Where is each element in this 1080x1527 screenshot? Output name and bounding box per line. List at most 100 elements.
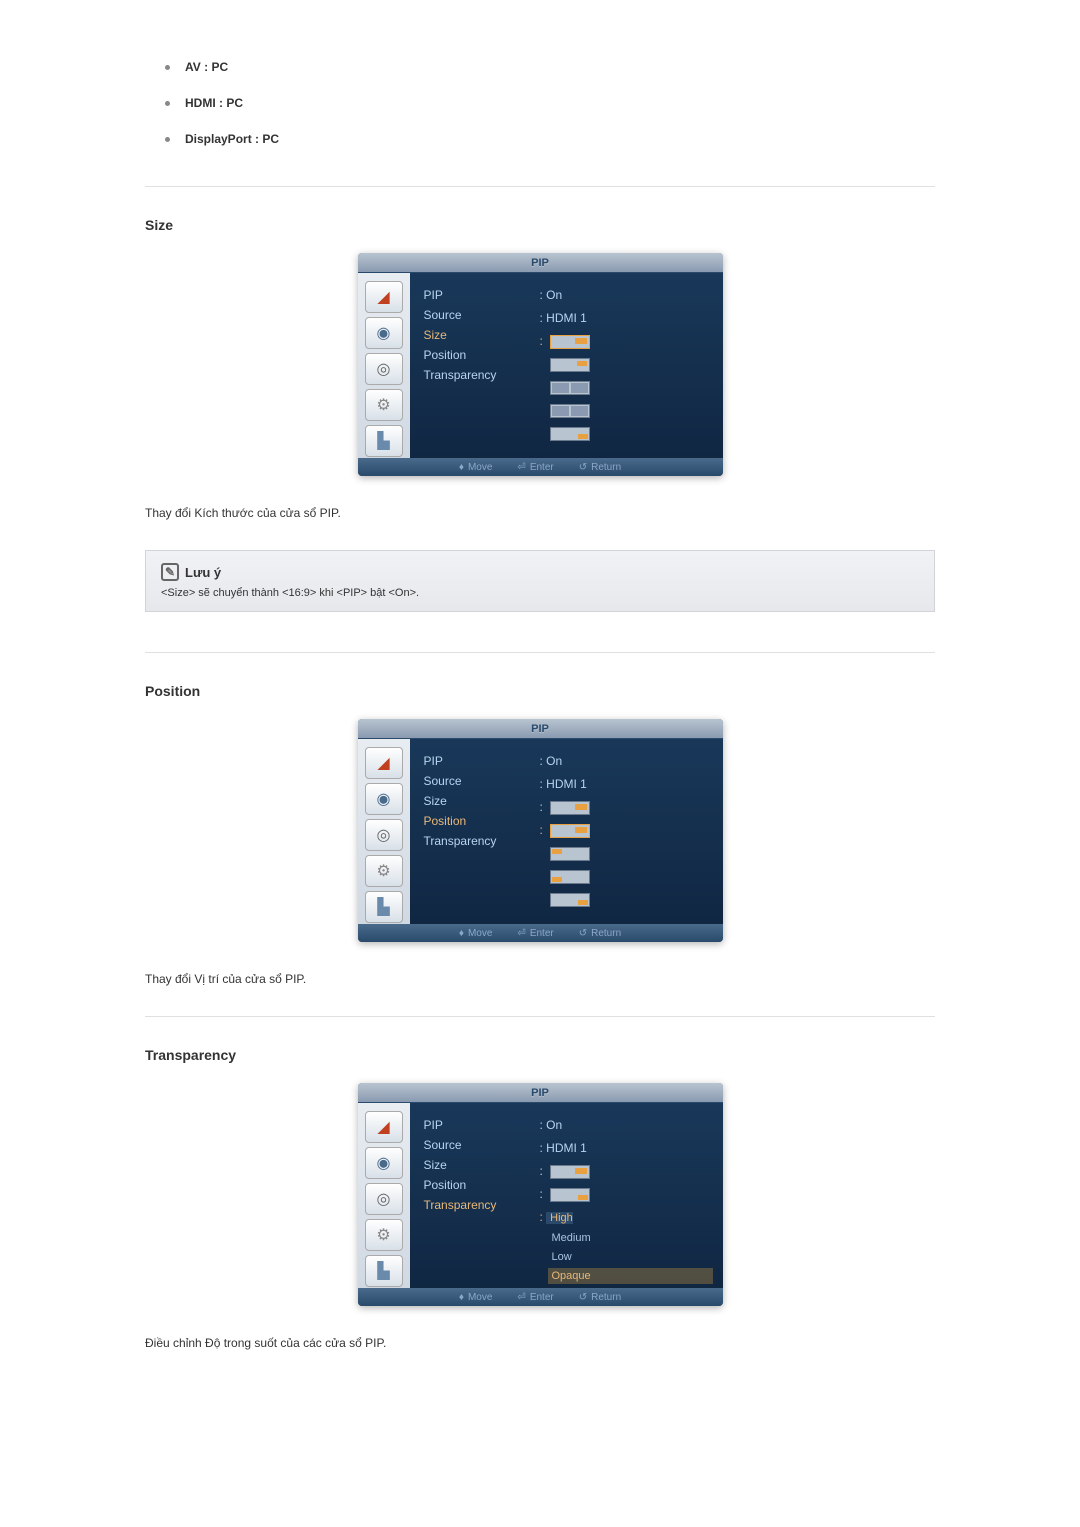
menu-item-pip: PIP xyxy=(420,751,540,771)
osd-screenshot: PIP ◢ ◉ ◎ ⚙ ▙ PIP Source Size Position xyxy=(145,719,935,942)
settings-icon: ⚙ xyxy=(365,1219,403,1251)
settings-icon: ⚙ xyxy=(365,855,403,887)
osd-menu-position: PIP ◢ ◉ ◎ ⚙ ▙ PIP Source Size Position xyxy=(358,719,723,942)
section-header: Transparency xyxy=(145,1047,935,1063)
value-hdmi: : HDMI 1 xyxy=(540,1138,713,1158)
menu-item-transparency: Transparency xyxy=(420,365,540,385)
osd-title-bar: PIP xyxy=(358,253,723,273)
note-title: Lưu ý xyxy=(185,565,221,580)
list-item: AV : PC xyxy=(165,60,935,74)
osd-menu-transparency: PIP ◢ ◉ ◎ ⚙ ▙ PIP Source Size Position xyxy=(358,1083,723,1306)
value-opt xyxy=(540,377,713,397)
menu-item-transparency: Transparency xyxy=(420,831,540,851)
menu-item-source: Source xyxy=(420,771,540,791)
list-item: DisplayPort : PC xyxy=(165,132,935,146)
section-header: Position xyxy=(145,683,935,699)
section-divider xyxy=(145,652,935,653)
value-position-selected: : xyxy=(540,820,713,840)
osd-footer: ♦Move ⏎Enter ↺Return xyxy=(358,458,723,476)
value-hdmi: : HDMI 1 xyxy=(540,774,713,794)
osd-footer: ♦Move ⏎Enter ↺Return xyxy=(358,1288,723,1306)
footer-return: ↺Return xyxy=(579,462,621,473)
footer-return: ↺Return xyxy=(579,928,621,939)
footer-move: ♦Move xyxy=(459,928,493,939)
value-opt xyxy=(540,354,713,374)
menu-item-pip: PIP xyxy=(420,285,540,305)
menu-item-pip: PIP xyxy=(420,1115,540,1135)
value-size-selected: : xyxy=(540,331,713,351)
return-icon: ↺ xyxy=(579,462,587,473)
osd-title-bar: PIP xyxy=(358,1083,723,1103)
size-section: Size PIP ◢ ◉ ◎ ⚙ ▙ PIP Source Size xyxy=(145,217,935,612)
opt-low: Low xyxy=(548,1249,713,1265)
value-opt xyxy=(540,889,713,909)
note-box: ✎ Lưu ý <Size> sẽ chuyển thành <16:9> kh… xyxy=(145,550,935,612)
menu-item-position: Position xyxy=(420,1175,540,1195)
input-source-list: AV : PC HDMI : PC DisplayPort : PC xyxy=(145,60,935,146)
osd-menu-size: PIP ◢ ◉ ◎ ⚙ ▙ PIP Source Size Position xyxy=(358,253,723,476)
footer-enter: ⏎Enter xyxy=(517,1292,553,1303)
opt-medium: Medium xyxy=(548,1230,713,1246)
menu-item-source: Source xyxy=(420,305,540,325)
transparency-description: Điều chỉnh Độ trong suốt của các cửa sổ … xyxy=(145,1336,935,1350)
menu-item-position: Position xyxy=(420,345,540,365)
osd-sidebar: ◢ ◉ ◎ ⚙ ▙ xyxy=(358,273,410,458)
info-icon: ▙ xyxy=(365,891,403,923)
value-hdmi: : HDMI 1 xyxy=(540,308,713,328)
bullet-icon xyxy=(165,101,170,106)
osd-screenshot: PIP ◢ ◉ ◎ ⚙ ▙ PIP Source Size Position xyxy=(145,253,935,476)
osd-title: PIP xyxy=(531,723,549,735)
value-transparency-selected: : High xyxy=(540,1207,713,1227)
enter-icon: ⏎ xyxy=(517,462,525,473)
section-divider xyxy=(145,1016,935,1017)
enter-icon: ⏎ xyxy=(517,928,525,939)
menu-item-transparency: Transparency xyxy=(420,1195,540,1215)
osd-sidebar: ◢ ◉ ◎ ⚙ ▙ xyxy=(358,739,410,924)
sound-icon: ◉ xyxy=(365,1147,403,1179)
sound-icon: ◉ xyxy=(365,317,403,349)
footer-move: ♦Move xyxy=(459,462,493,473)
value-on: : On xyxy=(540,285,713,305)
list-item-text: DisplayPort : PC xyxy=(185,132,279,146)
value-on: : On xyxy=(540,1115,713,1135)
footer-enter: ⏎Enter xyxy=(517,462,553,473)
enter-icon: ⏎ xyxy=(517,1292,525,1303)
sound-icon: ◉ xyxy=(365,783,403,815)
move-icon: ♦ xyxy=(459,1292,464,1303)
menu-item-source: Source xyxy=(420,1135,540,1155)
note-icon: ✎ xyxy=(161,563,179,581)
osd-screenshot: PIP ◢ ◉ ◎ ⚙ ▙ PIP Source Size Position xyxy=(145,1083,935,1306)
position-section: Position PIP ◢ ◉ ◎ ⚙ ▙ PIP Source Size xyxy=(145,683,935,986)
footer-enter: ⏎Enter xyxy=(517,928,553,939)
value-size: : xyxy=(540,1161,713,1181)
footer-return: ↺Return xyxy=(579,1292,621,1303)
list-item-text: HDMI : PC xyxy=(185,96,243,110)
return-icon: ↺ xyxy=(579,928,587,939)
section-header: Size xyxy=(145,217,935,233)
menu-item-size: Size xyxy=(420,325,540,345)
picture-icon: ◢ xyxy=(365,747,403,779)
osd-footer: ♦Move ⏎Enter ↺Return xyxy=(358,924,723,942)
value-opt xyxy=(540,866,713,886)
value-opt xyxy=(540,423,713,443)
bullet-icon xyxy=(165,65,170,70)
info-icon: ▙ xyxy=(365,425,403,457)
menu-item-size: Size xyxy=(420,1155,540,1175)
move-icon: ♦ xyxy=(459,462,464,473)
opt-opaque: Opaque xyxy=(548,1268,713,1284)
info-icon: ▙ xyxy=(365,1255,403,1287)
return-icon: ↺ xyxy=(579,1292,587,1303)
menu-item-position: Position xyxy=(420,811,540,831)
value-opt xyxy=(540,400,713,420)
menu-item-size: Size xyxy=(420,791,540,811)
section-divider xyxy=(145,186,935,187)
input-icon: ◎ xyxy=(365,353,403,385)
footer-move: ♦Move xyxy=(459,1292,493,1303)
input-icon: ◎ xyxy=(365,819,403,851)
picture-icon: ◢ xyxy=(365,1111,403,1143)
osd-sidebar: ◢ ◉ ◎ ⚙ ▙ xyxy=(358,1103,410,1288)
settings-icon: ⚙ xyxy=(365,389,403,421)
input-icon: ◎ xyxy=(365,1183,403,1215)
note-body: <Size> sẽ chuyển thành <16:9> khi <PIP> … xyxy=(161,587,919,599)
picture-icon: ◢ xyxy=(365,281,403,313)
